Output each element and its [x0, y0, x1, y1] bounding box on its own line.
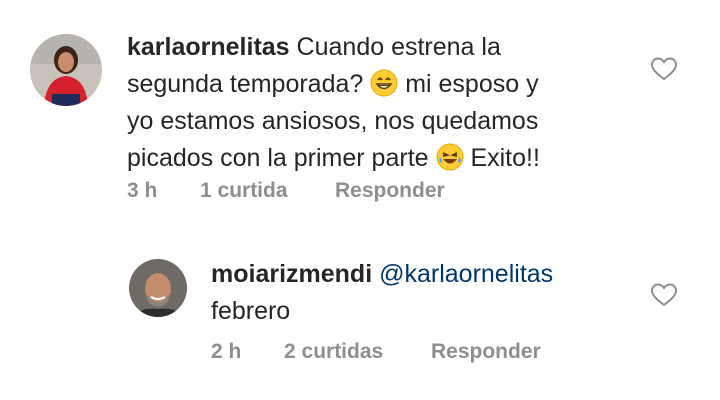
comment-body: picados con la primer parte — [127, 144, 429, 172]
comment-body: febrero — [211, 297, 291, 325]
avatar[interactable] — [129, 259, 187, 317]
comment-meta: 2 h 2 curtidas Responder — [211, 340, 611, 366]
comment-username[interactable]: moiarizmendi — [211, 260, 372, 288]
comment-text: karlaornelitas Cuando estrena la segunda… — [127, 29, 647, 177]
grinning-face-icon — [370, 69, 398, 97]
comment-body: yo estamos ansiosos, nos quedamos — [127, 107, 539, 135]
comment-text: moiarizmendi @karlaornelitas febrero — [211, 256, 631, 330]
comment-meta: 3 h 1 curtida Responder — [127, 179, 527, 205]
comment-timestamp: 2 h — [211, 340, 242, 363]
comment-timestamp: 3 h — [127, 179, 158, 202]
comment-body: segunda temporada? — [127, 70, 364, 98]
heart-outline-icon[interactable] — [650, 282, 678, 308]
avatar[interactable] — [30, 34, 102, 106]
comment-body: Cuando estrena la — [296, 33, 501, 61]
likes-count-button[interactable]: 2 curtidas — [284, 340, 383, 364]
heart-outline-icon[interactable] — [650, 56, 678, 82]
comment-username[interactable]: karlaornelitas — [127, 33, 290, 61]
comment-body: mi esposo y — [405, 70, 539, 98]
mention-link[interactable]: @karlaornelitas — [379, 260, 553, 288]
likes-count-button[interactable]: 1 curtida — [200, 179, 288, 203]
comment-body: Exito!! — [470, 144, 540, 172]
laughing-tears-face-icon — [436, 143, 464, 171]
reply-button[interactable]: Responder — [335, 179, 445, 203]
reply-button[interactable]: Responder — [431, 340, 541, 364]
